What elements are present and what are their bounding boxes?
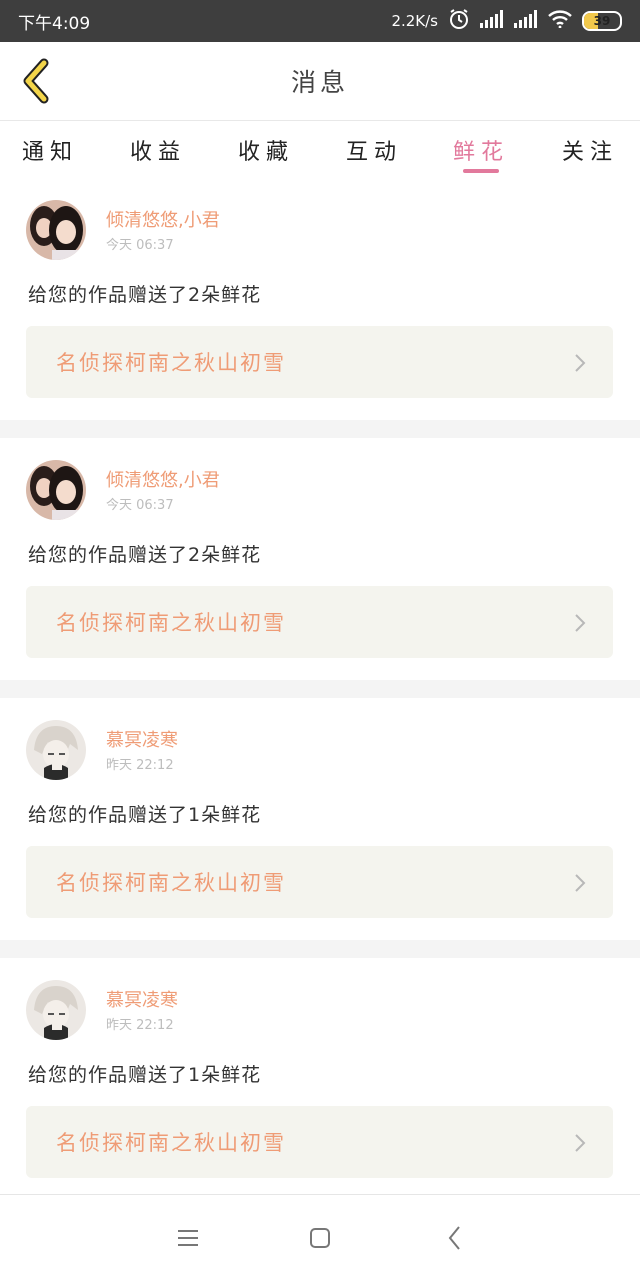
message-text: 给您的作品赠送了1朵鲜花	[28, 804, 262, 826]
battery-icon: 39	[582, 11, 622, 31]
battery-level: 39	[593, 14, 611, 28]
wifi-icon	[548, 9, 572, 33]
message-text: 给您的作品赠送了2朵鲜花	[28, 544, 262, 566]
back-button[interactable]	[12, 56, 62, 106]
header: 消息	[0, 42, 640, 120]
tab-favorites[interactable]: 收藏	[221, 121, 311, 178]
work-link-button[interactable]: 名侦探柯南之秋山初雪	[26, 326, 613, 398]
tab-bar: 通知 收益 收藏 互动 鲜花 关注	[0, 120, 640, 178]
status-icons: 2.2K/s 39	[391, 8, 622, 35]
avatar[interactable]	[26, 200, 86, 260]
menu-icon	[178, 1230, 198, 1246]
signal-icon-2	[514, 9, 538, 33]
tab-follows[interactable]: 关注	[545, 121, 635, 178]
message-text: 给您的作品赠送了2朵鲜花	[28, 284, 262, 306]
sender-name[interactable]: 慕冥凌寒	[106, 986, 178, 1012]
work-link-button[interactable]: 名侦探柯南之秋山初雪	[26, 846, 613, 918]
chevron-right-icon	[575, 874, 586, 892]
work-link-button[interactable]: 名侦探柯南之秋山初雪	[26, 586, 613, 658]
home-square-icon	[310, 1228, 330, 1248]
avatar[interactable]	[26, 980, 86, 1040]
message-time: 今天 06:37	[106, 498, 174, 513]
signal-icon	[480, 9, 504, 33]
message-card: 倾清悠悠,小君今天 06:37 给您的作品赠送了2朵鲜花名侦探柯南之秋山初雪	[0, 438, 640, 680]
work-title: 名侦探柯南之秋山初雪	[56, 611, 286, 635]
work-title: 名侦探柯南之秋山初雪	[56, 1131, 286, 1155]
chevron-right-icon	[575, 614, 586, 632]
status-bar: 下午4:09 2.2K/s 39	[0, 0, 640, 42]
net-speed: 2.2K/s	[391, 12, 438, 30]
page-title: 消息	[290, 68, 349, 97]
message-time: 今天 06:37	[106, 238, 174, 253]
system-back-button[interactable]	[440, 1223, 470, 1253]
back-chevron-icon	[23, 58, 49, 104]
work-link-button[interactable]: 名侦探柯南之秋山初雪	[26, 1106, 613, 1178]
active-tab-indicator	[463, 169, 499, 173]
sender-name[interactable]: 倾清悠悠,小君	[106, 466, 220, 492]
message-card: 慕冥凌寒昨天 22:12 给您的作品赠送了1朵鲜花名侦探柯南之秋山初雪	[0, 698, 640, 940]
system-nav-bar	[0, 1194, 640, 1281]
work-title: 名侦探柯南之秋山初雪	[56, 351, 286, 375]
avatar[interactable]	[26, 720, 86, 780]
status-time: 下午4:09	[18, 13, 91, 34]
sender-name[interactable]: 倾清悠悠,小君	[106, 206, 220, 232]
home-button[interactable]	[305, 1223, 335, 1253]
alarm-icon	[448, 8, 470, 35]
chevron-right-icon	[575, 354, 586, 372]
sender-name[interactable]: 慕冥凌寒	[106, 726, 178, 752]
avatar[interactable]	[26, 460, 86, 520]
message-card: 慕冥凌寒昨天 22:12 给您的作品赠送了1朵鲜花名侦探柯南之秋山初雪	[0, 958, 640, 1200]
tab-earnings[interactable]: 收益	[113, 121, 203, 178]
message-card: 倾清悠悠,小君今天 06:37 给您的作品赠送了2朵鲜花名侦探柯南之秋山初雪	[0, 178, 640, 420]
menu-button[interactable]	[173, 1223, 203, 1253]
back-chevron-icon	[448, 1226, 460, 1250]
chevron-right-icon	[575, 1134, 586, 1152]
message-text: 给您的作品赠送了1朵鲜花	[28, 1064, 262, 1086]
tab-interactions[interactable]: 互动	[329, 121, 419, 178]
message-time: 昨天 22:12	[106, 1018, 174, 1033]
work-title: 名侦探柯南之秋山初雪	[56, 871, 286, 895]
message-time: 昨天 22:12	[106, 758, 174, 773]
tab-notifications[interactable]: 通知	[5, 121, 95, 178]
